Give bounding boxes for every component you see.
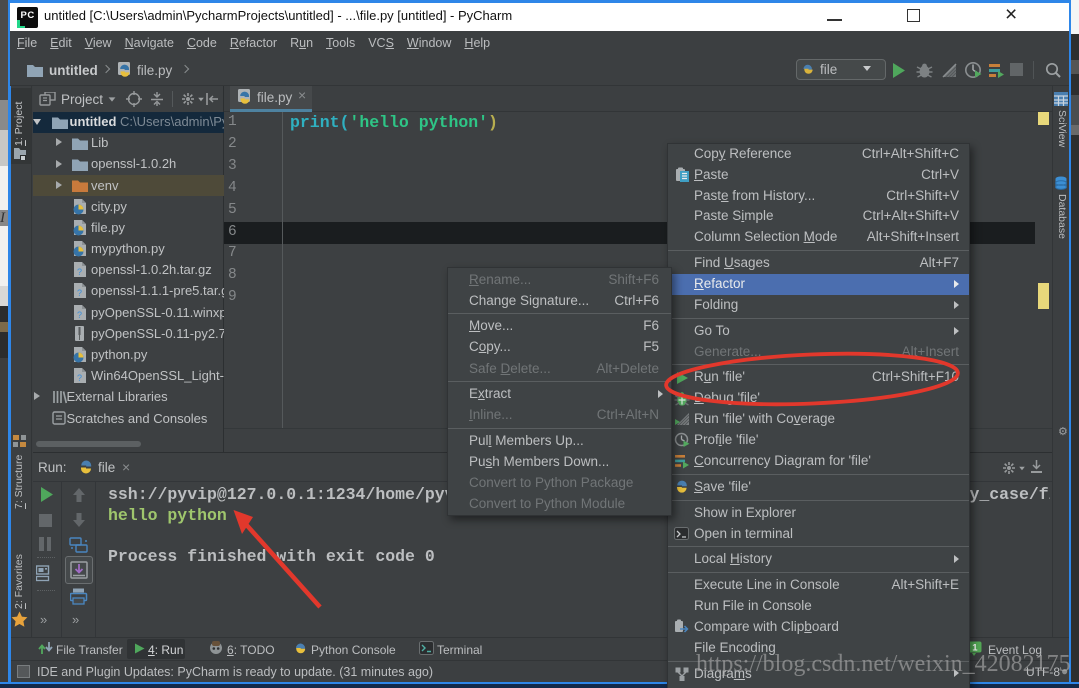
- svg-text:?: ?: [77, 267, 82, 277]
- svg-text:?: ?: [77, 373, 82, 383]
- svg-text:?: ?: [77, 310, 82, 320]
- svg-text:?: ?: [77, 288, 82, 298]
